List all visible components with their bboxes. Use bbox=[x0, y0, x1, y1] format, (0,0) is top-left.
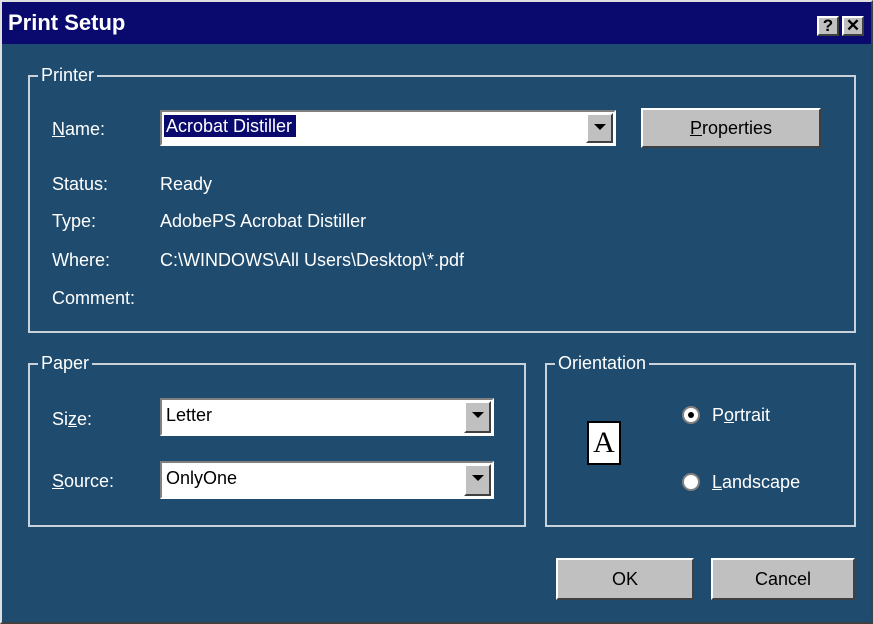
printer-name-select[interactable]: Acrobat Distiller bbox=[160, 110, 616, 146]
landscape-label[interactable]: Landscape bbox=[712, 471, 800, 493]
portrait-radio[interactable] bbox=[682, 406, 700, 424]
where-label: Where: bbox=[52, 250, 111, 270]
paper-legend: Paper bbox=[38, 352, 93, 374]
paper-source-select[interactable]: OnlyOne bbox=[160, 461, 494, 499]
title-bar[interactable]: Print Setup ? ✕ bbox=[2, 2, 871, 44]
ok-button[interactable]: OK bbox=[556, 558, 694, 600]
status-value: Ready bbox=[160, 174, 213, 194]
where-value: C:\WINDOWS\All Users\Desktop\*.pdf bbox=[160, 250, 465, 270]
cancel-button[interactable]: Cancel bbox=[711, 558, 855, 600]
orientation-legend: Orientation bbox=[555, 352, 650, 374]
printer-name-dropdown-arrow[interactable] bbox=[586, 113, 613, 143]
type-label: Type: bbox=[52, 211, 97, 231]
name-label: Name: bbox=[52, 119, 106, 139]
help-button[interactable]: ? bbox=[817, 16, 839, 36]
source-label: Source: bbox=[52, 471, 115, 491]
properties-button[interactable]: Properties bbox=[641, 108, 821, 148]
printer-group: Printer Name: Acrobat Distiller Properti… bbox=[28, 64, 856, 333]
printer-legend: Printer bbox=[38, 64, 98, 86]
paper-size-dropdown-arrow[interactable] bbox=[464, 401, 491, 433]
dialog-title: Print Setup bbox=[8, 10, 126, 35]
paper-size-select[interactable]: Letter bbox=[160, 398, 494, 436]
paper-size-value: Letter bbox=[166, 405, 213, 425]
printer-name-value: Acrobat Distiller bbox=[164, 115, 297, 137]
orientation-group: Orientation A Portrait Landscape bbox=[545, 352, 856, 527]
print-setup-dialog: Print Setup ? ✕ Printer Name: Acrobat Di… bbox=[0, 0, 873, 624]
close-button[interactable]: ✕ bbox=[842, 16, 864, 36]
size-label: Size: bbox=[52, 409, 93, 429]
paper-source-value: OnlyOne bbox=[166, 468, 238, 488]
portrait-label[interactable]: Portrait bbox=[712, 404, 770, 426]
paper-source-dropdown-arrow[interactable] bbox=[464, 464, 491, 496]
paper-group: Paper Size: Letter Source: OnlyOne bbox=[28, 352, 526, 527]
portrait-page-icon: A bbox=[587, 421, 621, 465]
status-label: Status: bbox=[52, 174, 109, 194]
comment-label: Comment: bbox=[52, 288, 136, 308]
type-value: AdobePS Acrobat Distiller bbox=[160, 211, 367, 231]
landscape-radio[interactable] bbox=[682, 473, 700, 491]
